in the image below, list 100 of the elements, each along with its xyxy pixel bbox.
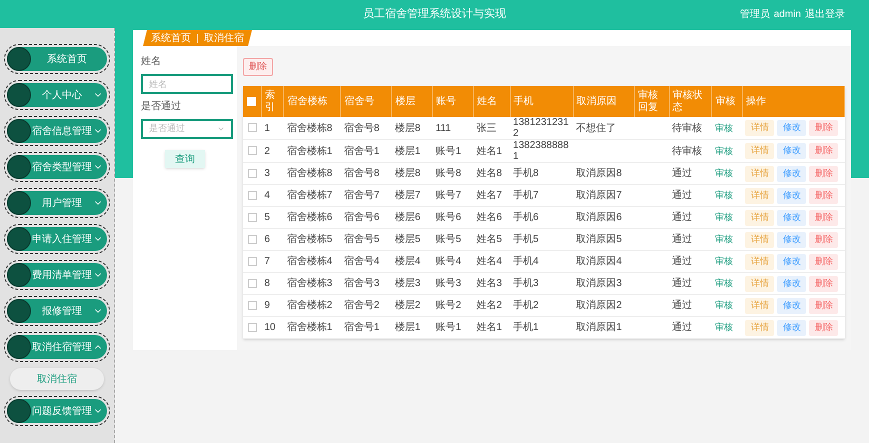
review-link[interactable]: 审核 — [714, 144, 733, 158]
table-cell: 4 — [264, 190, 270, 201]
detail-button[interactable]: 详情 — [745, 276, 774, 292]
table-cell: 宿舍号8 — [344, 168, 380, 179]
table-cell: 取消原因3 — [576, 278, 622, 289]
column-header: 取消原因 — [573, 86, 634, 117]
table-cell: 宿舍楼栋6 — [286, 212, 332, 223]
detail-button[interactable]: 详情 — [745, 298, 774, 314]
row-checkbox[interactable] — [248, 146, 257, 156]
row-checkbox[interactable] — [248, 300, 257, 310]
review-link[interactable]: 审核 — [714, 233, 733, 246]
edit-button[interactable]: 修改 — [777, 276, 806, 292]
table-cell: 账号8 — [436, 168, 462, 179]
detail-button[interactable]: 详情 — [745, 210, 774, 226]
table-cell: 宿舍楼栋4 — [286, 256, 332, 267]
table-cell: 10 — [264, 322, 276, 333]
table-cell: 手机8 — [513, 168, 539, 179]
edit-button[interactable]: 修改 — [777, 320, 806, 336]
edit-button[interactable]: 修改 — [777, 210, 806, 226]
detail-button[interactable]: 详情 — [745, 320, 774, 336]
submenu-item[interactable]: 取消住宿 — [10, 368, 104, 390]
table-cell: 宿舍楼栋2 — [286, 300, 332, 311]
review-link[interactable]: 审核 — [714, 211, 733, 224]
row-checkbox[interactable] — [248, 123, 257, 132]
row-checkbox[interactable] — [248, 322, 257, 332]
menu-item[interactable]: 用户管理 — [7, 191, 107, 215]
logout-link[interactable]: 退出登录 — [805, 6, 845, 22]
row-checkbox[interactable] — [248, 278, 257, 288]
detail-button[interactable]: 详情 — [745, 232, 774, 248]
query-button[interactable]: 查询 — [165, 150, 205, 168]
table-cell: 姓名4 — [476, 256, 502, 267]
edit-button[interactable]: 修改 — [777, 188, 806, 204]
delete-button[interactable]: 删除 — [809, 143, 838, 159]
table-cell: 13823888881 — [513, 140, 569, 162]
breadcrumb-item[interactable]: 取消住宿 — [204, 30, 244, 46]
table-cell: 1 — [264, 122, 270, 134]
edit-button[interactable]: 修改 — [777, 298, 806, 314]
delete-button[interactable]: 删除 — [809, 276, 838, 292]
name-field[interactable]: 姓名 — [141, 74, 233, 94]
edit-button[interactable]: 修改 — [777, 166, 806, 182]
table-cell: 宿舍楼栋8 — [286, 122, 332, 134]
menu-item[interactable]: 取消住宿管理 — [7, 335, 107, 359]
delete-button[interactable]: 删除 — [243, 58, 273, 76]
table-cell: 9 — [264, 300, 270, 311]
menu-item[interactable]: 系统首页 — [7, 47, 107, 71]
delete-button[interactable]: 删除 — [809, 188, 838, 204]
row-checkbox[interactable] — [248, 256, 257, 266]
table-cell: 账号6 — [436, 212, 462, 223]
edit-button[interactable]: 修改 — [777, 143, 806, 159]
menu-item[interactable]: 问题反馈管理 — [7, 399, 107, 423]
table-cell: 宿舍号6 — [344, 212, 380, 223]
table-cell: 5 — [264, 212, 270, 223]
column-header: 审核回复 — [634, 86, 670, 117]
table-cell: 宿舍楼栋7 — [286, 190, 332, 201]
row-checkbox[interactable] — [248, 168, 257, 178]
table-cell: 通过 — [672, 190, 692, 201]
menu-item[interactable]: 宿舍类型管理 — [7, 155, 107, 179]
username: admin — [774, 8, 801, 22]
menu-item[interactable]: 个人中心 — [7, 83, 107, 107]
menu-item[interactable]: 报修管理 — [7, 299, 107, 323]
menu-item[interactable]: 宿舍信息管理 — [7, 119, 107, 143]
review-link[interactable]: 审核 — [714, 122, 733, 135]
detail-button[interactable]: 详情 — [745, 120, 774, 136]
detail-button[interactable]: 详情 — [745, 143, 774, 159]
review-link[interactable]: 审核 — [714, 167, 733, 180]
detail-button[interactable]: 详情 — [745, 166, 774, 182]
review-link[interactable]: 审核 — [714, 321, 733, 334]
edit-button[interactable]: 修改 — [777, 254, 806, 270]
breadcrumb-item[interactable]: 系统首页 — [151, 30, 191, 46]
table-cell: 账号1 — [436, 322, 462, 333]
delete-button[interactable]: 删除 — [809, 210, 838, 226]
menu-item[interactable]: 费用清单管理 — [7, 263, 107, 287]
delete-button[interactable]: 删除 — [809, 166, 838, 182]
row-checkbox[interactable] — [248, 212, 257, 222]
table-cell: 通过 — [672, 322, 692, 333]
table-cell: 楼层7 — [394, 190, 420, 201]
edit-button[interactable]: 修改 — [777, 232, 806, 248]
delete-button[interactable]: 删除 — [809, 320, 838, 336]
menu-item[interactable]: 申请入住管理 — [7, 227, 107, 251]
review-link[interactable]: 审核 — [714, 277, 733, 290]
row-checkbox[interactable] — [248, 190, 257, 200]
detail-button[interactable]: 详情 — [745, 254, 774, 270]
review-link[interactable]: 审核 — [714, 255, 733, 268]
delete-button[interactable]: 删除 — [809, 120, 838, 136]
delete-button[interactable]: 删除 — [809, 232, 838, 248]
delete-button[interactable]: 删除 — [809, 298, 838, 314]
delete-button[interactable]: 删除 — [809, 254, 838, 270]
review-link[interactable]: 审核 — [714, 299, 733, 312]
app-title: 员工宿舍管理系统设计与实现 — [363, 6, 506, 22]
table-cell: 宿舍号1 — [344, 322, 380, 333]
detail-button[interactable]: 详情 — [745, 188, 774, 204]
approval-select[interactable]: 是否通过 — [141, 119, 233, 139]
review-link[interactable]: 审核 — [714, 189, 733, 202]
table-cell: 取消原因1 — [576, 322, 622, 333]
table-cell: 宿舍号7 — [344, 190, 380, 201]
table-cell: 账号7 — [436, 190, 462, 201]
edit-button[interactable]: 修改 — [777, 120, 806, 136]
row-checkbox[interactable] — [248, 234, 257, 244]
table-cell: 姓名1 — [476, 146, 502, 156]
table-cell: 111 — [436, 122, 451, 134]
